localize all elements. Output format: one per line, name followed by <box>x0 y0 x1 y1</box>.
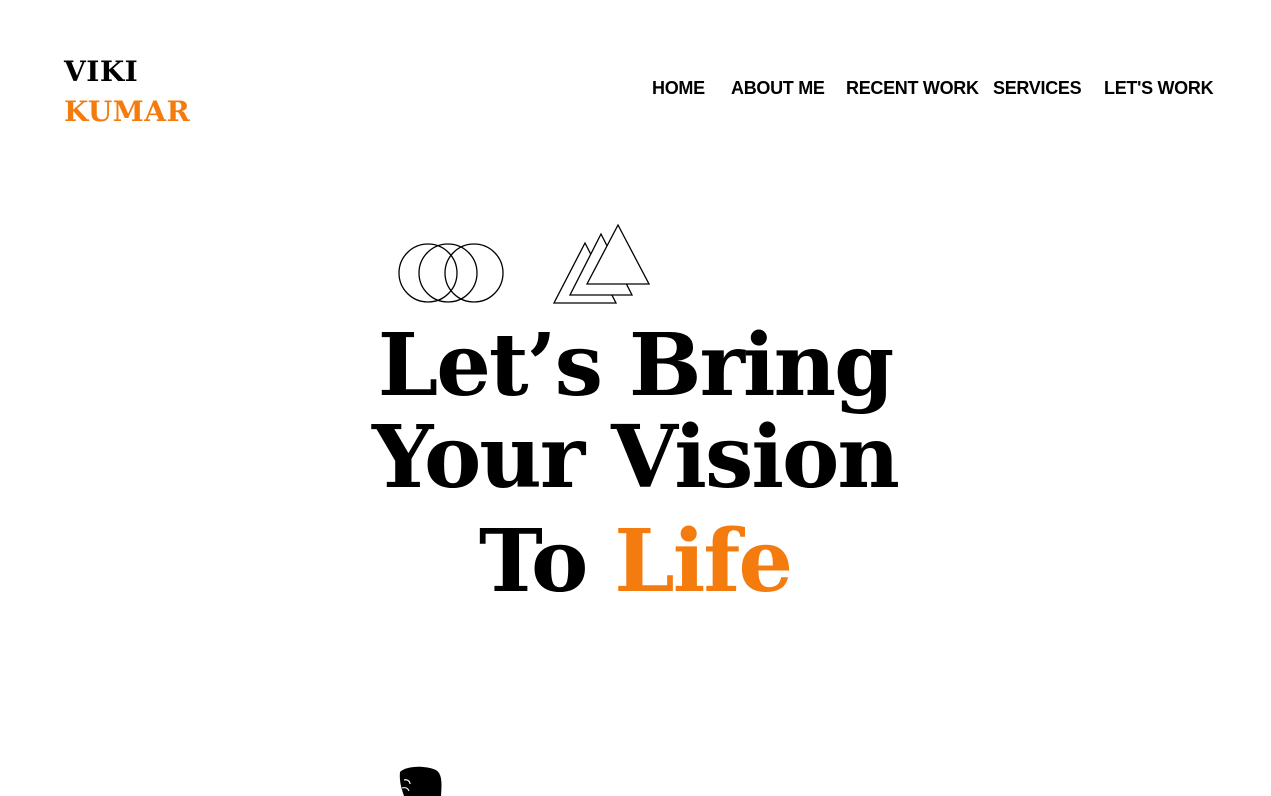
decorative-shapes <box>398 223 651 304</box>
hero-line-3-prefix: To <box>478 511 588 612</box>
main-nav: HOME ABOUT ME RECENT WORK SERVICES LET'S… <box>0 74 1271 104</box>
nav-lets-work[interactable]: LET'S WORK <box>1104 74 1214 102</box>
hero-line-3-accent: Life <box>614 511 793 612</box>
hero-line-3: To Life <box>335 516 935 608</box>
nav-about-me[interactable]: ABOUT ME <box>731 74 825 102</box>
hero-line-2: Your Vision <box>372 407 900 508</box>
nav-recent-work[interactable]: RECENT WORK <box>846 74 979 102</box>
overlapping-circles-icon <box>398 243 504 303</box>
hero-headline: Let’s Bring Your Vision To Life <box>335 320 935 608</box>
hero-line-1: Let’s Bring <box>377 315 895 416</box>
portrait-image <box>399 766 442 796</box>
nav-home[interactable]: HOME <box>652 74 705 102</box>
stacked-triangles-icon <box>552 223 651 304</box>
nav-services[interactable]: SERVICES <box>993 74 1082 102</box>
